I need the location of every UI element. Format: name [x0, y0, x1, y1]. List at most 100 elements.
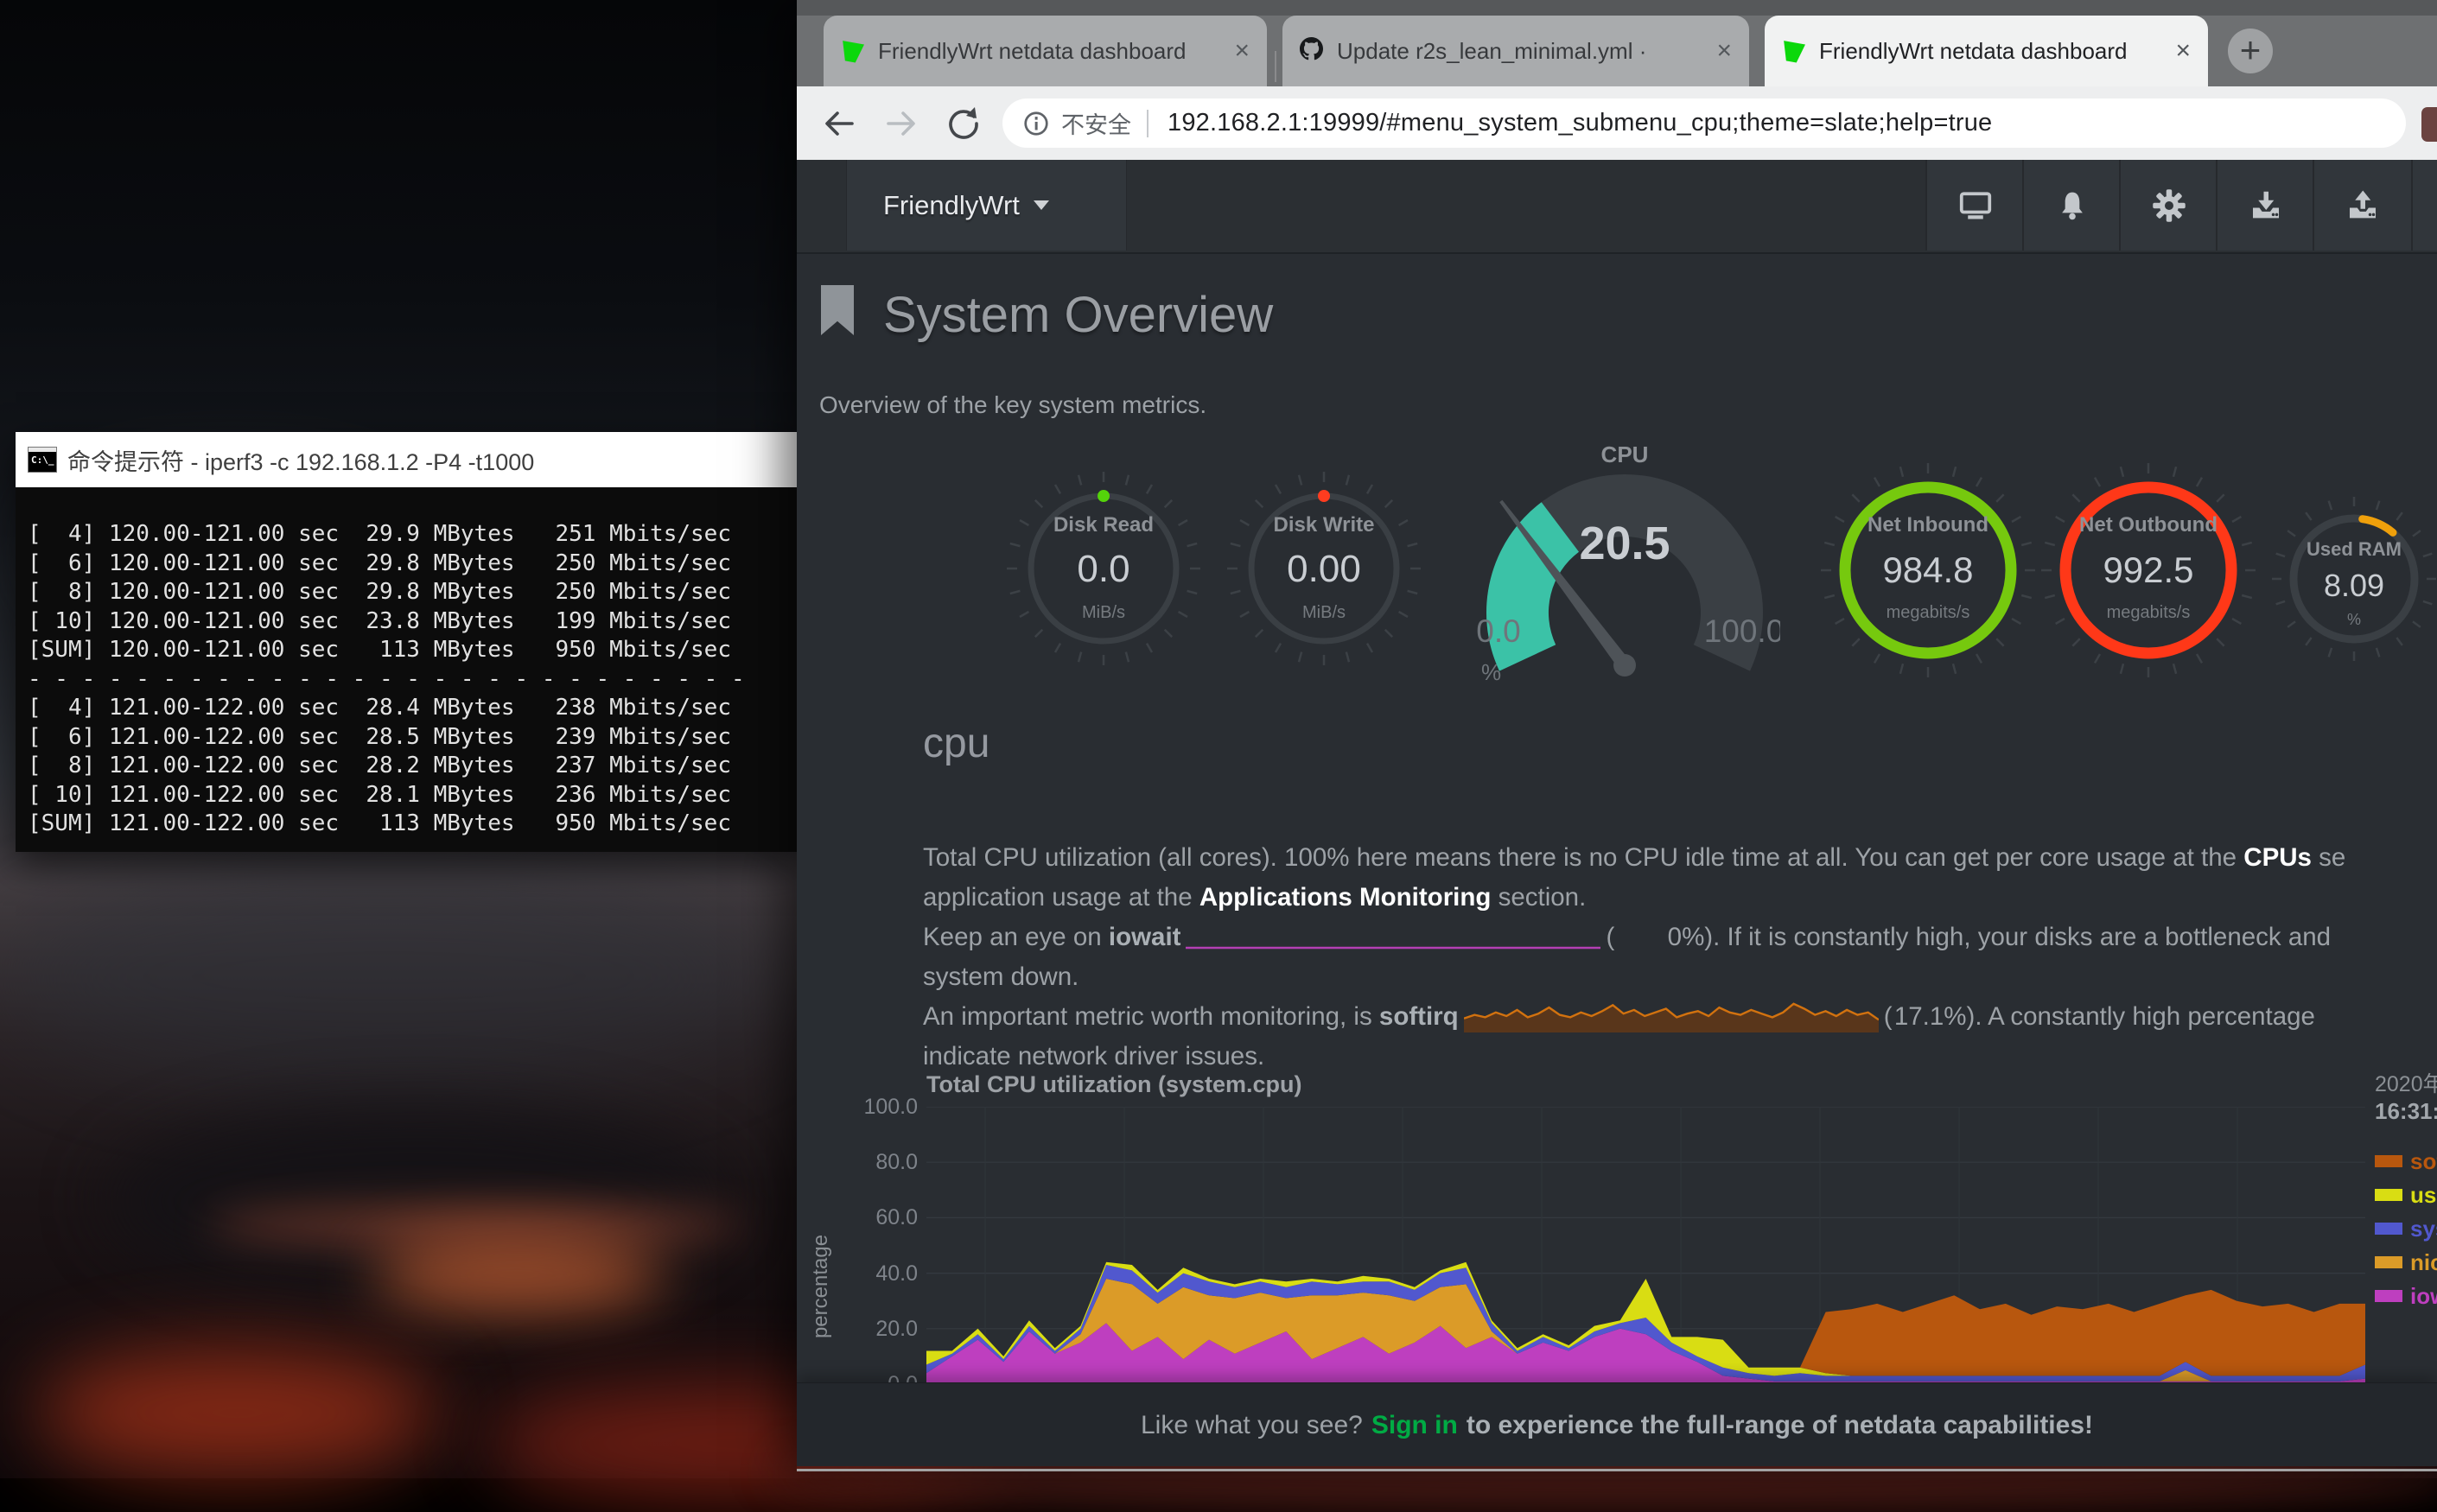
- gauge-value: 8.09: [2263, 568, 2437, 604]
- legend-item-nice[interactable]: nice: [2375, 1251, 2437, 1274]
- gauge-net-inbound: Net Inbound 984.8 megabits/s: [1807, 449, 2049, 691]
- legend-label: softirq: [2410, 1148, 2437, 1175]
- legend-swatch: [2375, 1223, 2402, 1235]
- window-top-edge: [797, 0, 2437, 16]
- export-snapshot-button[interactable]: [2313, 160, 2411, 251]
- legend-swatch: [2375, 1189, 2402, 1201]
- gauge-label: Disk Write: [1212, 513, 1436, 537]
- gauge-net-outbound: Net Outbound 992.5 megabits/s: [2027, 449, 2269, 691]
- security-label[interactable]: 不安全: [1061, 106, 1131, 140]
- legend-item-system[interactable]: system: [2375, 1217, 2437, 1240]
- text: indicate network driver issues.: [923, 1042, 1264, 1070]
- text: ). If it is constantly high, your disks …: [1704, 923, 2331, 951]
- tab-github[interactable]: Update r2s_lean_minimal.yml · k ×: [1282, 16, 1749, 86]
- tab-strip: FriendlyWrt netdata dashboard × Update r…: [797, 16, 2437, 86]
- used-ram-arc: [2363, 519, 2393, 533]
- gauge-unit: MiB/s: [991, 603, 1216, 623]
- terminal-titlebar[interactable]: C:\_ 命令提示符 - iperf3 -c 192.168.1.2 -P4 -…: [16, 432, 797, 487]
- tab-netdata-1[interactable]: FriendlyWrt netdata dashboard ×: [824, 16, 1267, 86]
- legend-label: user: [2410, 1182, 2437, 1209]
- browser-toolbar: 不安全 192.168.2.1:19999/#menu_system_subme…: [797, 86, 2437, 161]
- legend-swatch: [2375, 1256, 2402, 1268]
- address-bar[interactable]: 不安全 192.168.2.1:19999/#menu_system_subme…: [1002, 98, 2406, 148]
- close-icon[interactable]: ×: [2175, 38, 2191, 64]
- host-dropdown-button[interactable]: FriendlyWrt: [846, 160, 1127, 251]
- tab-title: FriendlyWrt netdata dashboard: [878, 38, 1187, 65]
- gauge-unit: %: [2263, 611, 2437, 629]
- iowait-value: 0%: [1614, 918, 1704, 957]
- screens-button[interactable]: [1925, 160, 2024, 251]
- cpus-link[interactable]: CPUs: [2243, 843, 2312, 872]
- terminal-window[interactable]: C:\_ 命令提示符 - iperf3 -c 192.168.1.2 -P4 -…: [16, 432, 797, 852]
- text: se: [2312, 843, 2345, 872]
- y-tick: 60.0: [845, 1205, 918, 1230]
- netdata-icon: [1782, 40, 1805, 63]
- cpu-chart-canvas[interactable]: [926, 1107, 2365, 1384]
- gauge-min: 0.0: [1476, 613, 1520, 649]
- text: application usage at the: [923, 883, 1199, 912]
- close-icon[interactable]: ×: [1716, 38, 1732, 64]
- reload-icon[interactable]: [945, 105, 982, 142]
- gauge-label: Net Inbound: [1807, 513, 2049, 537]
- legend-item-user[interactable]: user: [2375, 1184, 2437, 1206]
- chart-title: Total CPU utilization (system.cpu): [926, 1071, 1302, 1098]
- netdata-page: FriendlyWrt: [797, 160, 2437, 1466]
- gauge-max: 100.0: [1704, 613, 1780, 649]
- banner-text: to experience the full-range of netdata …: [1467, 1411, 2093, 1440]
- iowait-term: iowait: [1109, 923, 1181, 951]
- cpu-paragraph-line: An important metric worth monitoring, is…: [923, 997, 2437, 1037]
- back-arrow-icon[interactable]: [821, 105, 857, 142]
- softirq-value: 17.1%: [1893, 997, 1967, 1037]
- gauge-used-ram: Used RAM 8.09 %: [2263, 488, 2437, 670]
- navbar-button-clipped[interactable]: [2411, 160, 2437, 251]
- cpu-paragraph-line: Keep an eye on iowait(0%). If it is cons…: [923, 918, 2437, 957]
- legend-item-softirq[interactable]: softirq: [2375, 1150, 2437, 1172]
- gauge-value: 0.00: [1212, 548, 1436, 591]
- text: (: [1884, 1002, 1893, 1031]
- y-tick: 20.0: [845, 1317, 918, 1342]
- info-icon[interactable]: [1023, 111, 1049, 137]
- close-icon[interactable]: ×: [1234, 38, 1250, 64]
- banner-text: Like what you see?: [1141, 1411, 1363, 1440]
- y-axis-label: percentage: [809, 1209, 833, 1364]
- tab-title: Update r2s_lean_minimal.yml · k: [1337, 38, 1648, 65]
- forward-arrow-icon[interactable]: [883, 105, 919, 142]
- terminal-body: [ 4] 120.00-121.00 sec 29.9 MBytes 251 M…: [16, 487, 797, 852]
- applications-monitoring-link[interactable]: Applications Monitoring: [1199, 883, 1492, 912]
- tab-title: FriendlyWrt netdata dashboard: [1819, 38, 2128, 65]
- y-tick: 100.0: [845, 1095, 918, 1120]
- softirq-sparkline: [1464, 999, 1879, 1033]
- extension-icon[interactable]: [2421, 107, 2437, 142]
- gauge-cpu-canvas: CPU 20.5 0.0 100.0 %: [1469, 428, 1780, 696]
- legend-swatch: [2375, 1155, 2402, 1167]
- export-snapshot-icon: [2345, 188, 2380, 223]
- gauge-disk-read: Disk Read 0.0 MiB/s: [991, 456, 1216, 681]
- gauge-disk-write: Disk Write 0.00 MiB/s: [1212, 456, 1436, 681]
- softirq-term: softirq: [1379, 1002, 1459, 1031]
- chart-date: 2020年3: [2375, 1067, 2437, 1098]
- cpu-paragraph-line: application usage at the Applications Mo…: [923, 878, 2437, 918]
- tab-divider: [1275, 51, 1276, 82]
- import-snapshot-button[interactable]: [2216, 160, 2314, 251]
- y-tick: 40.0: [845, 1261, 918, 1286]
- gauge-value: 992.5: [2027, 550, 2269, 591]
- gauge-value: 0.0: [991, 548, 1216, 591]
- terminal-title: 命令提示符 - iperf3 -c 192.168.1.2 -P4 -t1000: [67, 443, 534, 477]
- alarms-button[interactable]: [2022, 160, 2121, 251]
- gauge-label: Disk Read: [991, 513, 1216, 537]
- chevron-down-icon: [1034, 200, 1049, 210]
- legend-label: nice: [2410, 1249, 2437, 1276]
- sunset-glow: [372, 1236, 665, 1313]
- text: (: [1606, 923, 1614, 951]
- url-text[interactable]: 192.168.2.1:19999/#menu_system_submenu_c…: [1168, 109, 1992, 137]
- text: system down.: [923, 962, 1079, 991]
- page-subtitle: Overview of the key system metrics.: [819, 391, 1206, 419]
- text: Total CPU utilization (all cores). 100% …: [923, 843, 2243, 872]
- settings-button[interactable]: [2119, 160, 2217, 251]
- new-tab-button[interactable]: +: [2228, 29, 2273, 73]
- netdata-icon: [841, 40, 864, 63]
- tab-netdata-2-active[interactable]: FriendlyWrt netdata dashboard ×: [1765, 16, 2208, 86]
- text: section.: [1491, 883, 1586, 912]
- sign-in-link[interactable]: Sign in: [1371, 1411, 1458, 1440]
- legend-item-iowait[interactable]: iowait: [2375, 1285, 2437, 1307]
